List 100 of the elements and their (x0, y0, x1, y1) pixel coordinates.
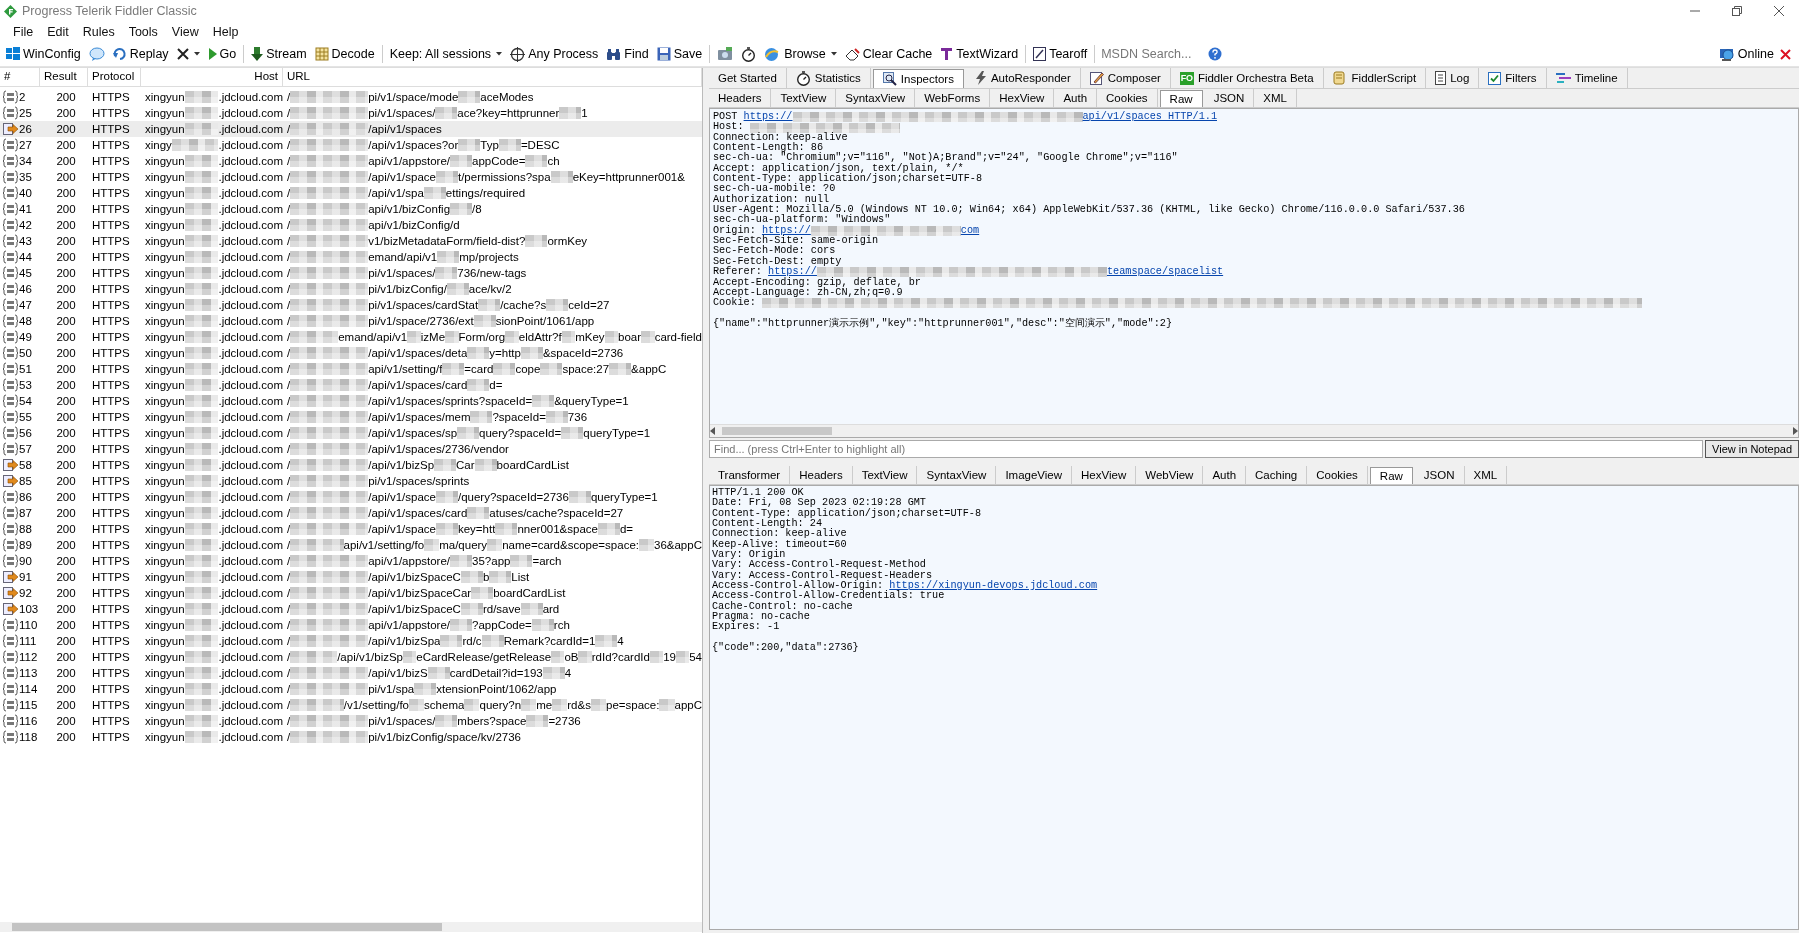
protocol-cell-text: HTTPS (91, 315, 131, 327)
menu-item[interactable]: Help (205, 25, 246, 39)
pixelated-redaction (184, 411, 219, 423)
session-row[interactable]: 55 200 HTTPS xingyun .jdcloud.com / /api/v1/spaces/mem ?spaceId= 736 (0, 409, 702, 425)
pixelated-redaction (542, 667, 565, 679)
session-row[interactable]: 50 200 HTTPS xingyun .jdcloud.com / /api/v1/spaces/deta y=http &spaceId=2736 (0, 345, 702, 361)
toolbar-button[interactable]: Tearoff (1029, 43, 1092, 65)
session-row[interactable]: 47 200 HTTPS xingyun .jdcloud.com / pi/v1/spaces/cardStat /cache?s ceId=27 (0, 297, 702, 313)
menu-item[interactable]: File (6, 25, 41, 39)
menu-item[interactable]: Tools (121, 25, 165, 39)
restore-icon[interactable] (1731, 5, 1743, 17)
pixelated-redaction (184, 443, 219, 455)
toolbar-dropdown[interactable]: Keep: All sessions (385, 43, 507, 65)
column-header[interactable]: Host (141, 68, 283, 86)
stopwatch-icon[interactable] (795, 70, 811, 86)
link[interactable]: https:// (768, 267, 817, 278)
session-row[interactable]: 112 200 HTTPS xingyun .jdcloud.com / /api/v1/bizSp eCardRelease/getRelease oB rdId?cardId 19 54 (0, 649, 702, 665)
session-row[interactable]: 35 200 HTTPS xingyun .jdcloud.com / /api/v1/space t/permissions?spa eKey=httprunner001& (0, 169, 702, 185)
session-row[interactable]: 88 200 HTTPS xingyun .jdcloud.com / /api/v1/space key=htt nner001&space d= (0, 521, 702, 537)
link[interactable]: teamspace/spacelist (1106, 267, 1224, 278)
session-row[interactable]: 42 200 HTTPS xingyun .jdcloud.com / api/v1/bizConfig/d (0, 217, 702, 233)
result-cell-text: 200 (55, 219, 77, 231)
toolbar-button[interactable]: Replay (108, 43, 173, 65)
session-row[interactable]: 91 200 HTTPS xingyun .jdcloud.com / /api/v1/bizSpaceC b List (0, 569, 702, 585)
link[interactable]: https://xingyun-devops.jdcloud.com (889, 581, 1098, 592)
stopwatch-icon[interactable] (741, 46, 757, 62)
session-row[interactable]: 116 200 HTTPS xingyun .jdcloud.com / pi/v1/spaces/ mbers?space =2736 (0, 713, 702, 729)
session-row[interactable]: 41 200 HTTPS xingyun .jdcloud.com / api/v1/bizConfig /8 (0, 201, 702, 217)
menu-item[interactable]: Edit (40, 25, 76, 39)
menu-item[interactable]: View (164, 25, 206, 39)
column-header[interactable]: Protocol (88, 68, 141, 86)
close-icon[interactable] (1780, 48, 1791, 60)
inspector-tab[interactable]: Inspectors (872, 69, 964, 88)
json-icon (3, 490, 18, 504)
link[interactable]: api/v1/spaces HTTP/1.1 (1082, 112, 1217, 123)
session-row[interactable]: 85 200 HTTPS xingyun .jdcloud.com / pi/v1/spaces/sprints (0, 473, 702, 489)
pixelated-redaction (184, 187, 219, 199)
session-row[interactable]: 53 200 HTTPS xingyun .jdcloud.com / /api/v1/spaces/card d= (0, 377, 702, 393)
session-row[interactable]: 27 200 HTTPS xingy .jdcloud.com / /api/v1/spaces?or Typ =DESC (0, 137, 702, 153)
toolbar-button[interactable]: Save (652, 43, 707, 65)
session-row[interactable]: 54 200 HTTPS xingyun .jdcloud.com / /api/v1/spaces/sprints?spaceId= &queryType=1 (0, 393, 702, 409)
session-row[interactable]: 113 200 HTTPS xingyun .jdcloud.com / /api/v1/bizS cardDetail?id=193 4 (0, 665, 702, 681)
session-row[interactable]: 25 200 HTTPS xingyun .jdcloud.com / pi/v1/spaces/ ace?key=httprunner 1 (0, 105, 702, 121)
online-indicator[interactable]: Online (1712, 46, 1780, 62)
session-row[interactable]: 57 200 HTTPS xingyun .jdcloud.com / /api/v1/spaces/2736/vendor (0, 441, 702, 457)
session-row[interactable]: 92 200 HTTPS xingyun .jdcloud.com / /api/v1/bizSpaceCar boardCardList (0, 585, 702, 601)
session-row[interactable]: 115 200 HTTPS xingyun .jdcloud.com / /v1/setting/fo schema query?n me rd&s pe=space: appC (0, 697, 702, 713)
toolbar-button[interactable]: WinConfig (2, 43, 85, 65)
response-view-tab[interactable]: Raw (1369, 467, 1413, 484)
session-row[interactable]: 43 200 HTTPS xingyun .jdcloud.com / v1/bizMetadataForm/field-dist? ormKey (0, 233, 702, 249)
session-row[interactable]: 89 200 HTTPS xingyun .jdcloud.com / api/v1/setting/fo ma/query name=card&scope=space: 36&appC (0, 537, 702, 553)
session-row[interactable]: 45 200 HTTPS xingyun .jdcloud.com / pi/v1/spaces/ 736/new-tags (0, 265, 702, 281)
session-row[interactable]: 34 200 HTTPS xingyun .jdcloud.com / api/v1/appstore/ appCode= ch (0, 153, 702, 169)
session-row[interactable]: 44 200 HTTPS xingyun .jdcloud.com / emand/api/v1 mp/projects (0, 249, 702, 265)
help-icon[interactable] (1208, 47, 1223, 61)
toolbar-button[interactable]: Any Process (506, 43, 603, 65)
toolbar-button[interactable]: Decode (310, 43, 379, 65)
toolbar-button[interactable]: Stream (247, 43, 311, 65)
session-row[interactable]: 26 200 HTTPS xingyun .jdcloud.com / /api/v1/spaces (0, 121, 702, 137)
session-row[interactable]: 49 200 HTTPS xingyun .jdcloud.com / emand/api/v1 izMe Form/org eldAttr?f mKey boar card-field (0, 329, 702, 345)
protocol-cell-text: HTTPS (91, 235, 131, 247)
session-row[interactable]: 48 200 HTTPS xingyun .jdcloud.com / pi/v1/space/2736/ext sionPoint/1061/app (0, 313, 702, 329)
request-view-tab[interactable]: Raw (1159, 90, 1203, 107)
toolbar-button[interactable]: Clear Cache (840, 43, 937, 65)
session-row[interactable]: 114 200 HTTPS xingyun .jdcloud.com / pi/v1/spa xtensionPoint/1062/app (0, 681, 702, 697)
session-row[interactable]: 51 200 HTTPS xingyun .jdcloud.com / api/v1/setting/f =card cope space:27 &appC (0, 361, 702, 377)
column-header[interactable]: # (0, 68, 40, 86)
toolbar-button[interactable]: Find (602, 43, 653, 65)
json-icon (3, 426, 18, 440)
link[interactable]: com (960, 225, 980, 237)
toolbar-button[interactable]: TextWizard (936, 43, 1023, 65)
horizontal-scrollbar[interactable] (710, 424, 1798, 437)
close-icon[interactable] (1773, 5, 1785, 17)
column-header[interactable]: Result (40, 68, 88, 86)
menu-item[interactable]: Rules (75, 25, 122, 39)
session-row[interactable]: 111 200 HTTPS xingyun .jdcloud.com / /api/v1/bizSpa rd/c Remark?cardId=1 4 (0, 633, 702, 649)
protocol-cell-text: HTTPS (91, 395, 131, 407)
pixelated-redaction (435, 523, 458, 535)
find-field[interactable]: Find... (press Ctrl+Enter to highlight all) (709, 440, 1704, 458)
session-row[interactable]: 90 200 HTTPS xingyun .jdcloud.com / api/v1/appstore/ 35?app =arch (0, 553, 702, 569)
view-in-notepad-button[interactable]: View in Notepad (1705, 440, 1799, 458)
session-row[interactable]: 40 200 HTTPS xingyun .jdcloud.com / /api/v1/spa ettings/required (0, 185, 702, 201)
horizontal-scrollbar[interactable] (0, 922, 702, 932)
session-row[interactable]: 87 200 HTTPS xingyun .jdcloud.com / /api/v1/spaces/card atuses/cache?spaceId=27 (0, 505, 702, 521)
toolbar-dropdown[interactable]: Browse (760, 43, 841, 65)
pixelated-redaction (450, 619, 473, 631)
camera-icon[interactable] (717, 46, 734, 62)
link[interactable]: https:// (743, 112, 793, 123)
session-row[interactable]: 46 200 HTTPS xingyun .jdcloud.com / pi/v1/bizConfig/ ace/kv/2 (0, 281, 702, 297)
header-line: Accept: application/json, text/plain, */* (713, 163, 964, 174)
session-row[interactable]: 56 200 HTTPS xingyun .jdcloud.com / /api/v1/spaces/sp query?spaceId= queryType=1 (0, 425, 702, 441)
column-header[interactable]: URL (283, 68, 702, 86)
session-row[interactable]: 110 200 HTTPS xingyun .jdcloud.com / api/v1/appstore/ ?appCode= rch (0, 617, 702, 633)
session-row[interactable]: 2 200 HTTPS xingyun .jdcloud.com / pi/v1/space/mode aceModes (0, 89, 702, 105)
speech-bubble-icon[interactable] (88, 46, 105, 62)
toolbar-button[interactable]: Go (203, 43, 241, 65)
session-row[interactable]: 86 200 HTTPS xingyun .jdcloud.com / /api/v1/space /query?spaceId=2736 queryType=1 (0, 489, 702, 505)
session-row[interactable]: 58 200 HTTPS xingyun .jdcloud.com / /api/v1/bizSp Car boardCardList (0, 457, 702, 473)
session-row[interactable]: 103 200 HTTPS xingyun .jdcloud.com / /api/v1/bizSpaceC rd/save ard (0, 601, 702, 617)
session-row[interactable]: 118 200 HTTPS xingyun .jdcloud.com / pi/v1/bizConfig/space/kv/2736 (0, 729, 702, 745)
